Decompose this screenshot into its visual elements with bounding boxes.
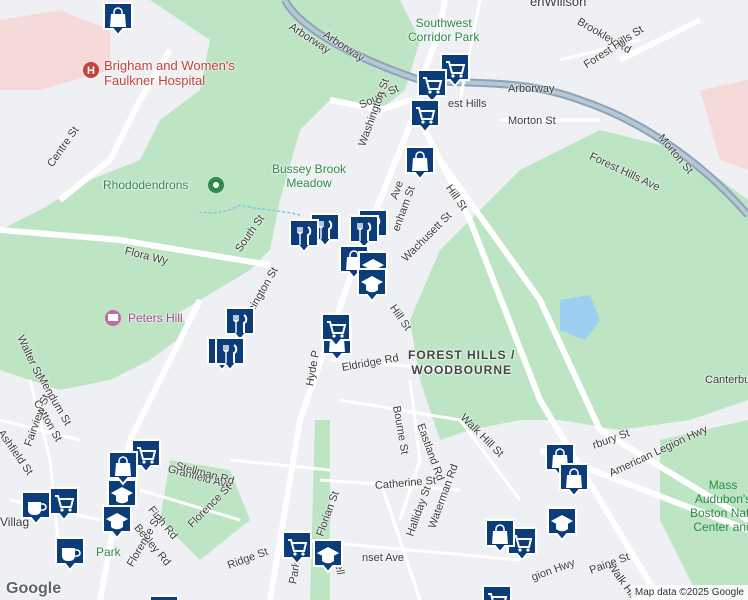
school-icon [547, 507, 577, 542]
map-pin-food-7[interactable] [214, 336, 246, 372]
cart-icon [321, 313, 351, 348]
map-pin-cart-9[interactable] [281, 530, 313, 566]
map-pin-school-4[interactable] [101, 504, 133, 540]
cart-icon [49, 487, 79, 522]
bag-icon [108, 451, 138, 486]
utensils-icon [215, 337, 245, 372]
cart-icon [482, 585, 512, 600]
bag-icon [103, 2, 133, 37]
map-pin-bag-7[interactable] [558, 462, 590, 498]
school-icon [357, 268, 387, 303]
map-pin-school-2[interactable] [356, 267, 388, 303]
google-logo: Google [6, 580, 62, 597]
map-pin-school-6[interactable] [312, 538, 344, 574]
school-icon [102, 505, 132, 540]
map-pin-shop-4[interactable] [409, 98, 441, 134]
map-pin-bag-5[interactable] [107, 450, 139, 486]
bag-icon [485, 519, 515, 554]
svg-text:H: H [87, 65, 95, 77]
bag-icon [405, 146, 435, 181]
coffee-icon [55, 537, 85, 572]
school-icon [313, 539, 343, 574]
map-pin-shop-3[interactable] [404, 145, 436, 181]
map-pin-cart-7[interactable] [48, 486, 80, 522]
map-pin-cart-11[interactable] [148, 594, 180, 600]
map-pin-coffee-2[interactable] [54, 536, 86, 572]
cart-icon [282, 531, 312, 566]
map-pin-school-5[interactable] [546, 506, 578, 542]
map-pin-bag-4[interactable] [102, 1, 134, 37]
map-pin-cart-10[interactable] [481, 584, 513, 600]
bag-icon [559, 463, 589, 498]
map-pin-food-2[interactable] [288, 218, 320, 254]
map-pin-cart-5[interactable] [320, 312, 352, 348]
cart-icon [410, 99, 440, 134]
utensils-icon [289, 219, 319, 254]
map-attribution[interactable]: Map data ©2025 Google [630, 585, 748, 600]
map-canvas[interactable]: H Southwest Corridor Park Brigham and Wom… [0, 0, 748, 600]
map-pin-bag-top[interactable] [484, 518, 516, 554]
cart-icon [149, 595, 179, 600]
